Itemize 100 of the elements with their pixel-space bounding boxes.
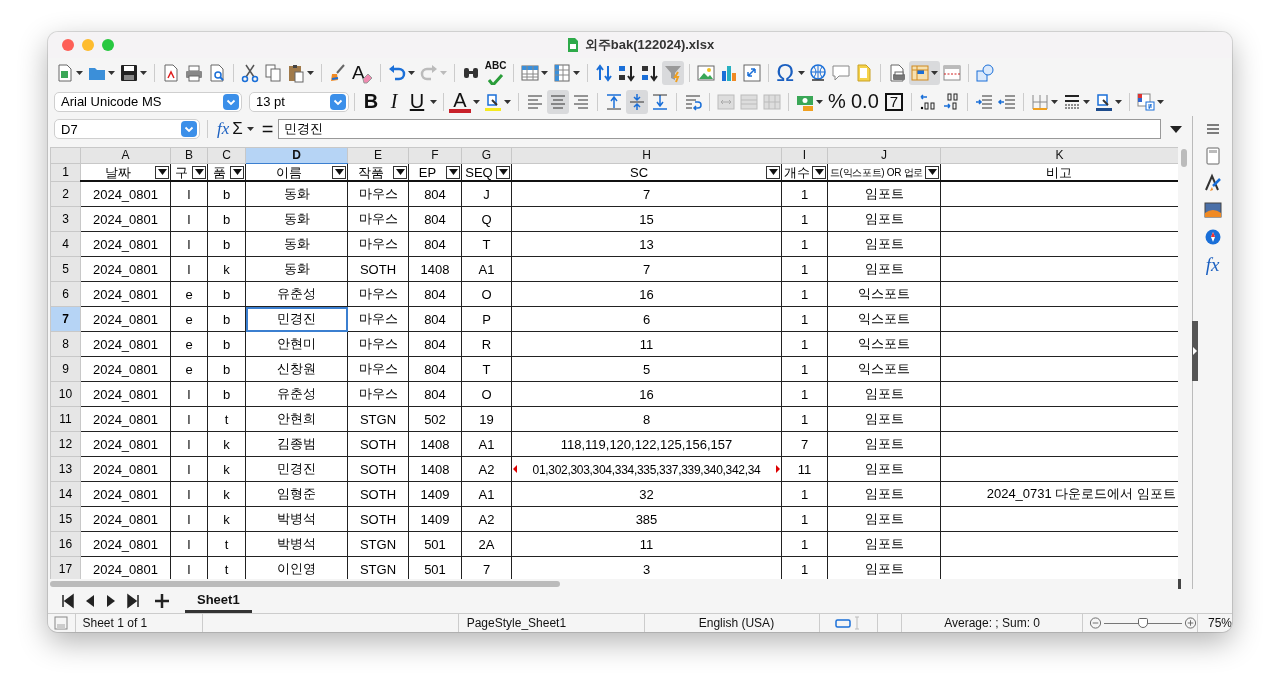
add-sheet-icon[interactable] bbox=[152, 591, 172, 611]
row-header[interactable]: 3 bbox=[50, 206, 81, 232]
row-header[interactable]: 12 bbox=[50, 431, 81, 457]
caret-down-icon[interactable] bbox=[157, 169, 167, 175]
print-preview-icon[interactable] bbox=[207, 62, 227, 83]
freeze-panes-icon[interactable] bbox=[910, 62, 931, 83]
row-header[interactable]: 2 bbox=[50, 181, 81, 207]
columns-icon[interactable] bbox=[552, 62, 573, 83]
underline-button[interactable]: U bbox=[406, 89, 428, 114]
paste-icon[interactable] bbox=[286, 62, 306, 83]
pivot-table-icon[interactable] bbox=[742, 62, 763, 83]
split-handle[interactable] bbox=[1178, 579, 1181, 589]
paintbrush-icon[interactable] bbox=[328, 62, 348, 83]
gallery-icon[interactable] bbox=[1202, 200, 1223, 220]
caret-down-icon[interactable] bbox=[334, 169, 344, 175]
row-header[interactable]: 4 bbox=[50, 231, 81, 257]
chevron-down-icon[interactable] bbox=[181, 121, 197, 137]
percent-button[interactable]: % bbox=[826, 89, 848, 114]
font-color-button[interactable]: A bbox=[449, 90, 471, 113]
row-header[interactable]: 8 bbox=[50, 331, 81, 357]
caret-down-icon[interactable] bbox=[194, 169, 204, 175]
chevron-down-icon[interactable] bbox=[330, 93, 346, 110]
chevron-down-icon[interactable] bbox=[223, 93, 239, 110]
column-header[interactable]: F bbox=[408, 147, 462, 164]
caret-down-icon[interactable] bbox=[814, 169, 824, 175]
close-button[interactable] bbox=[62, 39, 74, 51]
formula-input[interactable]: 민경진 bbox=[278, 119, 1161, 139]
filter-dropdown-button[interactable] bbox=[230, 165, 244, 179]
column-header[interactable]: J bbox=[827, 147, 941, 164]
image-icon[interactable] bbox=[696, 62, 717, 83]
caret-down-icon[interactable] bbox=[927, 169, 937, 175]
name-box[interactable]: D7 bbox=[54, 119, 200, 139]
formula-button[interactable]: = bbox=[261, 117, 274, 141]
row-header[interactable]: 13 bbox=[50, 456, 81, 482]
zoom-slider-thumb[interactable] bbox=[1137, 617, 1148, 628]
caret-down-icon[interactable] bbox=[395, 169, 405, 175]
bold-button[interactable]: B bbox=[360, 89, 382, 114]
row-header[interactable]: 9 bbox=[50, 356, 81, 382]
row-header[interactable]: 14 bbox=[50, 481, 81, 507]
functions-button[interactable]: fx bbox=[1205, 254, 1220, 276]
border-color-icon[interactable] bbox=[1093, 91, 1114, 112]
align-bottom-icon[interactable] bbox=[650, 91, 670, 112]
save-icon[interactable] bbox=[119, 62, 139, 83]
paint-brush-icon[interactable] bbox=[1202, 173, 1223, 193]
shapes-icon[interactable] bbox=[975, 62, 996, 83]
caret-down-icon[interactable] bbox=[768, 169, 778, 175]
printer-icon[interactable] bbox=[184, 62, 204, 83]
column-header[interactable]: K bbox=[940, 147, 1178, 164]
filter-dropdown-button[interactable] bbox=[766, 165, 780, 179]
row-header[interactable]: 17 bbox=[50, 556, 81, 579]
filter-dropdown-button[interactable] bbox=[496, 165, 510, 179]
filter-dropdown-button[interactable] bbox=[192, 165, 206, 179]
row-header[interactable]: 11 bbox=[50, 406, 81, 432]
row-header[interactable]: 16 bbox=[50, 531, 81, 557]
zoom-out-icon[interactable] bbox=[1088, 616, 1102, 630]
column-header[interactable]: G bbox=[461, 147, 512, 164]
sort-icon[interactable] bbox=[594, 62, 615, 83]
freeze-toggle[interactable] bbox=[909, 60, 941, 85]
special-character-button[interactable]: Ω bbox=[774, 60, 797, 85]
print-range-icon[interactable] bbox=[887, 62, 908, 83]
add-decimal-icon[interactable] bbox=[917, 91, 938, 112]
clear-formatting-button[interactable]: A bbox=[350, 60, 375, 85]
caret-down-icon[interactable] bbox=[498, 169, 508, 175]
row-header[interactable]: 6 bbox=[50, 281, 81, 307]
font-size-dropdown[interactable]: 13 pt bbox=[249, 91, 349, 112]
cut-icon[interactable] bbox=[240, 62, 260, 83]
vertical-scrollbar-thumb[interactable] bbox=[1181, 149, 1187, 167]
font-name-dropdown[interactable]: Arial Unicode MS bbox=[54, 91, 242, 112]
row-header[interactable]: 10 bbox=[50, 381, 81, 407]
column-header[interactable]: C bbox=[207, 147, 246, 164]
column-header[interactable]: H bbox=[511, 147, 782, 164]
table-icon[interactable] bbox=[520, 62, 541, 83]
sum-button[interactable]: Σ bbox=[232, 119, 243, 139]
sidebar-collapse-handle[interactable] bbox=[1192, 321, 1198, 381]
spellcheck-button[interactable]: ABC bbox=[482, 59, 509, 86]
function-wizard-button[interactable]: fx bbox=[217, 119, 230, 139]
column-header[interactable]: D bbox=[245, 147, 348, 164]
zoom-in-icon[interactable] bbox=[1183, 616, 1197, 630]
conditional-format-icon[interactable] bbox=[1135, 91, 1156, 112]
row-header[interactable]: 7 bbox=[50, 306, 81, 332]
column-header[interactable]: B bbox=[170, 147, 208, 164]
column-header[interactable]: A bbox=[80, 147, 171, 164]
filter-dropdown-button[interactable] bbox=[812, 165, 826, 179]
pdf-document-icon[interactable] bbox=[161, 62, 181, 83]
row-header[interactable]: 15 bbox=[50, 506, 81, 532]
column-header[interactable]: E bbox=[347, 147, 409, 164]
align-top-icon[interactable] bbox=[604, 91, 624, 112]
filter-dropdown-button[interactable] bbox=[446, 165, 460, 179]
hyperlink-globe-icon[interactable] bbox=[808, 62, 829, 83]
row-header[interactable]: 5 bbox=[50, 256, 81, 282]
filter-dropdown-button[interactable] bbox=[393, 165, 407, 179]
caret-down-icon[interactable] bbox=[448, 169, 458, 175]
highlighter-icon[interactable] bbox=[483, 91, 503, 112]
caret-down-icon[interactable] bbox=[232, 169, 242, 175]
column-header[interactable]: I bbox=[781, 147, 828, 164]
filter-dropdown-button[interactable] bbox=[332, 165, 346, 179]
italic-button[interactable]: I bbox=[383, 89, 405, 114]
decimal-format-button[interactable]: 0.0 bbox=[849, 89, 881, 114]
horizontal-scrollbar-thumb[interactable] bbox=[50, 581, 560, 587]
filter-dropdown-button[interactable] bbox=[925, 165, 939, 179]
